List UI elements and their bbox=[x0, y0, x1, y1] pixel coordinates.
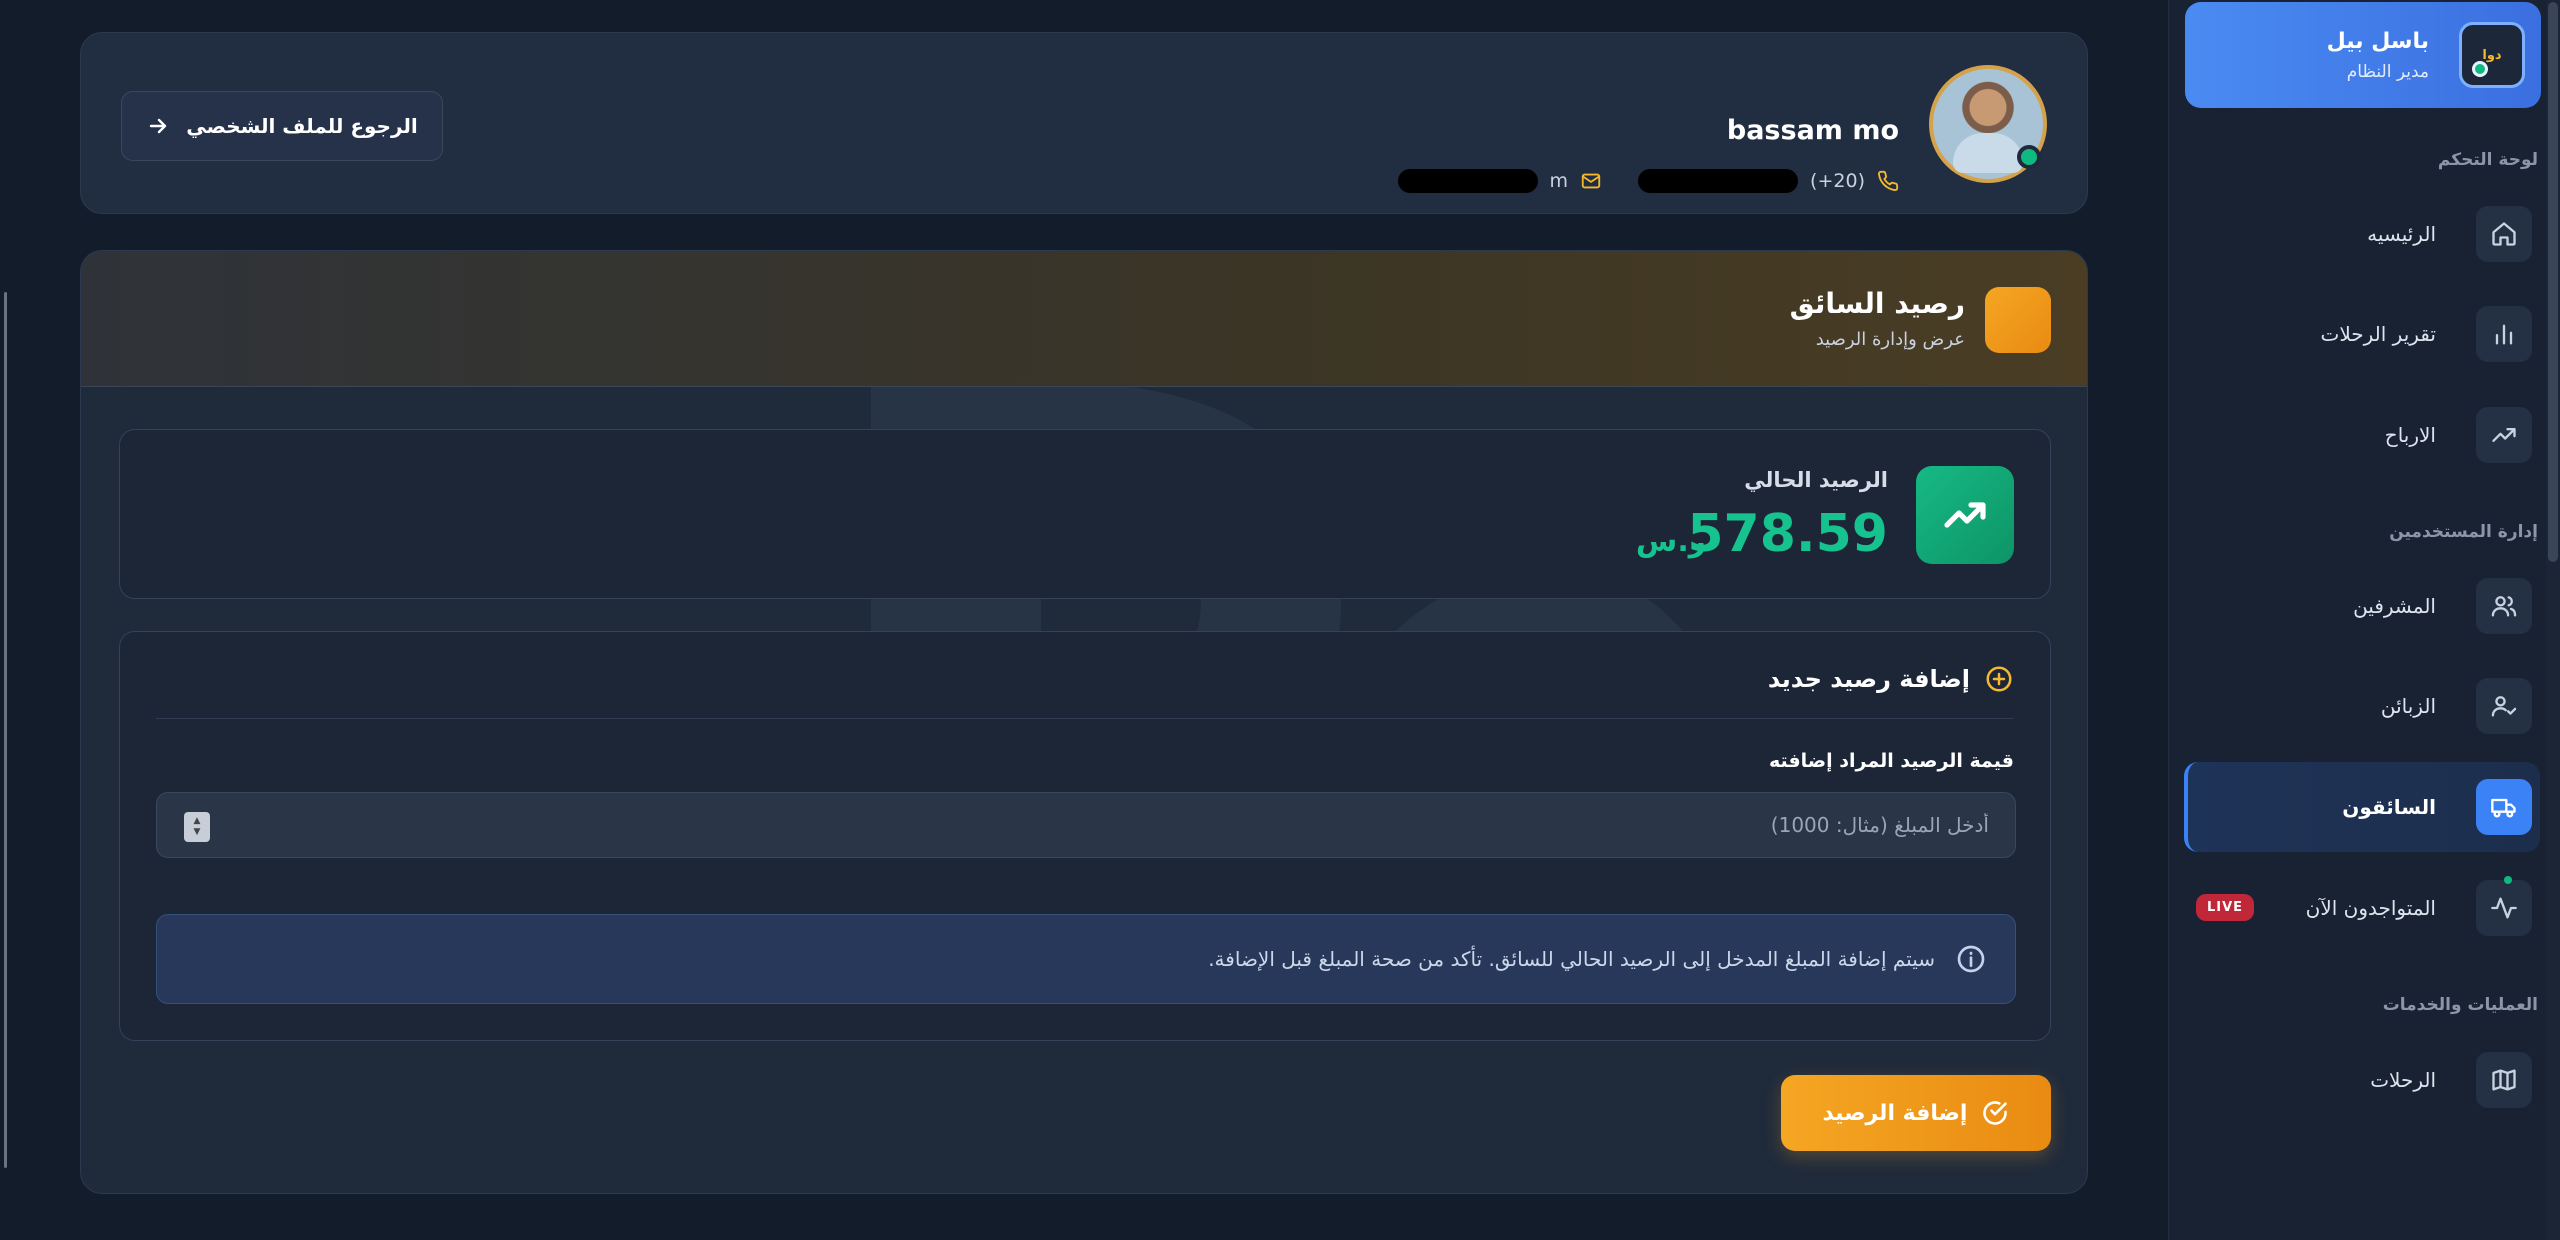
add-balance-heading: إضافة رصيد جديد bbox=[1768, 664, 2014, 694]
sidebar-item-trips-report[interactable]: تقرير الرحلات bbox=[2184, 296, 2540, 372]
sidebar-item-label: المتواجدون الآن bbox=[2305, 896, 2436, 920]
info-notice-text: سيتم إضافة المبلغ المدخل إلى الرصيد الحا… bbox=[1208, 947, 1935, 971]
divider bbox=[156, 718, 2014, 719]
add-balance-title: إضافة رصيد جديد bbox=[1767, 665, 1970, 693]
user-role: مدير النظام bbox=[2346, 61, 2429, 82]
users-icon bbox=[2476, 578, 2532, 634]
current-balance-label: الرصيد الحالي bbox=[1744, 468, 1888, 492]
sidebar-item-label: الرئيسيه bbox=[2367, 222, 2436, 246]
sidebar-item-home[interactable]: الرئيسيه bbox=[2184, 196, 2540, 272]
user-check-icon bbox=[2476, 678, 2532, 734]
current-balance-box: الرصيد الحالي 578.59 ر.س bbox=[119, 429, 2051, 599]
trending-up-icon bbox=[2476, 407, 2532, 463]
map-icon bbox=[2476, 1052, 2532, 1108]
redacted-phone bbox=[1638, 169, 1799, 193]
sidebar-item-label: تقرير الرحلات bbox=[2320, 322, 2437, 346]
truck-icon bbox=[2476, 779, 2532, 835]
bar-chart-icon bbox=[2476, 306, 2532, 362]
mail-icon bbox=[1581, 173, 1601, 189]
sidebar-item-supervisors[interactable]: المشرفين bbox=[2184, 568, 2540, 644]
sidebar-item-label: المشرفين bbox=[2353, 594, 2436, 618]
sidebar-item-trips[interactable]: الرحلات bbox=[2184, 1042, 2540, 1118]
arrow-right-icon bbox=[150, 118, 167, 134]
sidebar-item-drivers[interactable]: السائقون bbox=[2184, 762, 2540, 852]
amount-field-label: قيمة الرصيد المراد إضافته bbox=[1768, 750, 2014, 772]
sidebar-item-customers[interactable]: الزبائن bbox=[2184, 668, 2540, 744]
section-title-operations: العمليات والخدمات bbox=[2382, 995, 2538, 1015]
amount-input[interactable] bbox=[156, 792, 2016, 858]
current-user-card[interactable]: دوا باسل بيل مدير النظام bbox=[2185, 2, 2541, 108]
add-balance-button[interactable]: إضافة الرصيد bbox=[1781, 1075, 2051, 1151]
info-notice: سيتم إضافة المبلغ المدخل إلى الرصيد الحا… bbox=[156, 914, 2016, 1004]
info-icon bbox=[1957, 945, 1985, 973]
phone-icon bbox=[1878, 170, 1899, 191]
driver-phone: (20+) bbox=[1810, 170, 1865, 192]
live-indicator-dot bbox=[2504, 876, 2512, 884]
back-button-label: الرجوع للملف الشخصي bbox=[186, 114, 418, 138]
sidebar-item-label: الزبائن bbox=[2380, 694, 2436, 718]
section-title-dashboard: لوحة التحكم bbox=[2437, 150, 2538, 170]
check-circle-icon bbox=[1983, 1101, 2008, 1125]
driver-name: bassam mo bbox=[1726, 115, 1899, 146]
number-stepper[interactable]: ▲ ▼ bbox=[184, 812, 210, 842]
user-avatar-logo: دوا bbox=[2482, 47, 2502, 63]
sidebar-scrollbar-thumb[interactable] bbox=[2548, 2, 2558, 562]
user-avatar: دوا bbox=[2459, 22, 2525, 88]
page: دوا باسل بيل مدير النظام لوحة التحكم الر… bbox=[0, 0, 2560, 1240]
add-balance-form: إضافة رصيد جديد قيمة الرصيد المراد إضافت… bbox=[119, 631, 2051, 1041]
left-scroll-indicator bbox=[4, 292, 7, 1168]
live-badge: LIVE bbox=[2196, 894, 2255, 921]
driver-contacts: (20+) m bbox=[1397, 169, 1899, 193]
balance-card-header: رصيد السائق عرض وإدارة الرصيد bbox=[81, 251, 2087, 387]
chevron-up-icon[interactable]: ▲ bbox=[194, 816, 201, 827]
online-status-dot bbox=[2017, 145, 2041, 169]
driver-email: m bbox=[1549, 170, 1569, 192]
current-balance-value: 578.59 bbox=[1687, 504, 1888, 564]
chevron-down-icon[interactable]: ▼ bbox=[194, 827, 201, 838]
add-balance-button-label: إضافة الرصيد bbox=[1822, 1100, 1968, 1126]
back-to-profile-button[interactable]: الرجوع للملف الشخصي bbox=[121, 91, 443, 161]
driver-avatar bbox=[1929, 65, 2047, 183]
sidebar: دوا باسل بيل مدير النظام لوحة التحكم الر… bbox=[2168, 0, 2560, 1240]
sidebar-item-label: الرحلات bbox=[2370, 1068, 2436, 1092]
balance-card-subtitle: عرض وإدارة الرصيد bbox=[1815, 329, 1965, 350]
currency-label: ر.س bbox=[1635, 524, 1706, 559]
home-icon bbox=[2476, 206, 2532, 262]
trending-up-icon bbox=[1916, 466, 2014, 564]
sidebar-item-label: الارباح bbox=[2384, 423, 2436, 447]
wallet-icon bbox=[1985, 287, 2051, 353]
sidebar-item-label: السائقون bbox=[2342, 795, 2436, 819]
plus-circle-icon bbox=[1986, 666, 2012, 692]
driver-profile-card: الرجوع للملف الشخصي bassam mo (20+) m bbox=[80, 32, 2088, 214]
redacted-email bbox=[1397, 169, 1538, 193]
user-name: باسل بيل bbox=[2326, 28, 2429, 54]
online-status-dot bbox=[2472, 61, 2488, 77]
section-title-user-management: إدارة المستخدمين bbox=[2389, 522, 2538, 542]
activity-icon bbox=[2476, 880, 2532, 936]
sidebar-item-profits[interactable]: الارباح bbox=[2184, 397, 2540, 473]
sidebar-scrollbar[interactable] bbox=[2546, 0, 2560, 1240]
balance-card-title: رصيد السائق bbox=[1789, 287, 1965, 320]
driver-balance-card: رصيد السائق عرض وإدارة الرصيد الرصيد الح… bbox=[80, 250, 2088, 1194]
sidebar-item-online-now[interactable]: المتواجدون الآن LIVE bbox=[2184, 870, 2540, 946]
